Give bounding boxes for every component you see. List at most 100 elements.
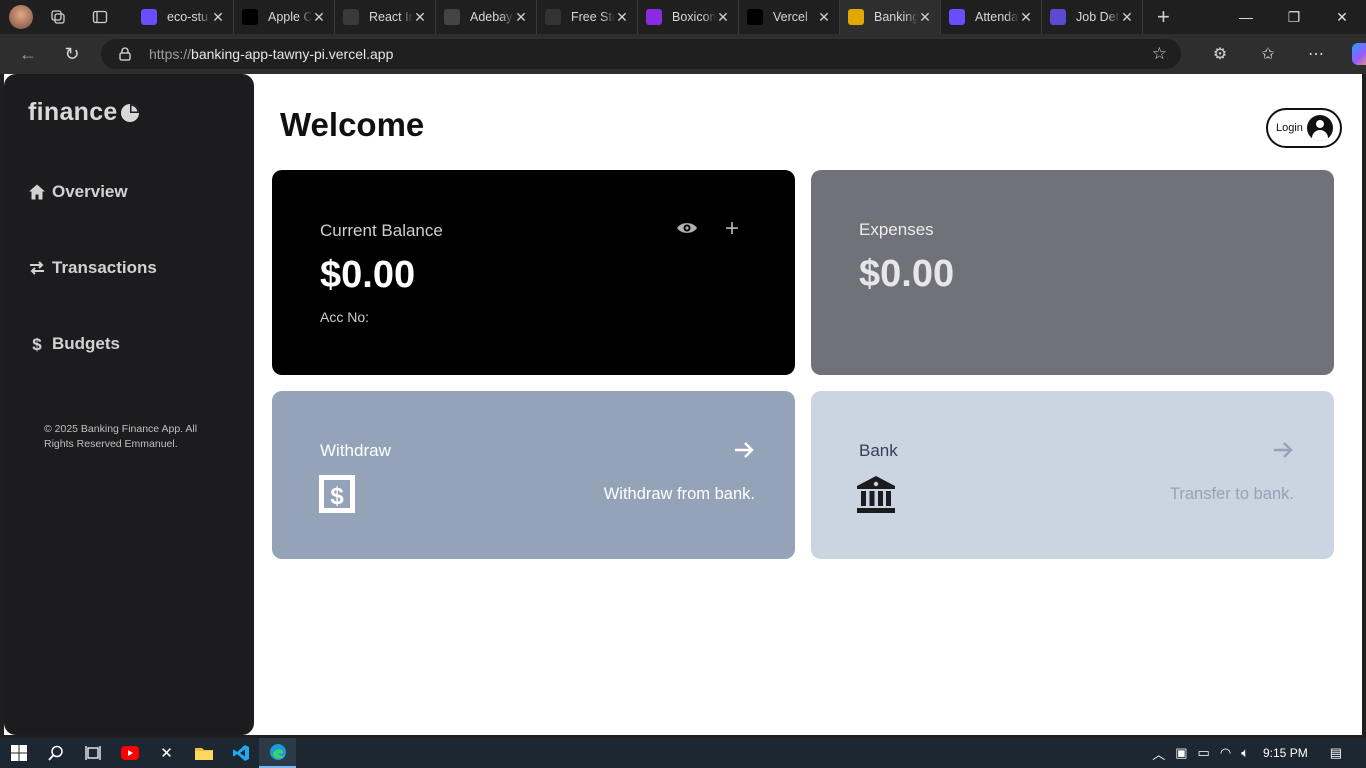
browser-tab[interactable]: Boxicon ✕ (638, 0, 739, 34)
login-button[interactable]: Login (1266, 108, 1342, 148)
browser-tab[interactable]: Apple C ✕ (234, 0, 335, 34)
expenses-amount: $0.00 (859, 253, 955, 295)
favorites-icon[interactable]: ✩ (1244, 44, 1292, 64)
browser-tab[interactable]: Adebay ✕ (436, 0, 537, 34)
file-explorer-icon[interactable] (185, 738, 222, 768)
eye-icon[interactable] (676, 220, 698, 236)
tab-title: Free Sto (571, 10, 615, 24)
battery-icon[interactable]: ▭ (1198, 745, 1210, 761)
vercel-icon (747, 9, 763, 25)
browser-tab[interactable]: React In ✕ (335, 0, 436, 34)
browser-tabbar: eco-stu ✕ Apple C ✕ React In ✕ Adebay ✕ Free Sto… (0, 0, 1366, 34)
reload-button[interactable]: ↻ (61, 44, 83, 65)
expenses-label: Expenses (859, 220, 934, 239)
youtube-icon[interactable] (111, 738, 148, 768)
browser-tab[interactable]: eco-stu ✕ (133, 0, 234, 34)
app-icon (1050, 9, 1066, 25)
tab-title: Apple C (268, 10, 312, 24)
tray-chevron-icon[interactable]: ︿ (1152, 744, 1165, 763)
react-icon (343, 9, 359, 25)
url-field[interactable]: https://banking-app-tawny-pi.vercel.app … (101, 39, 1181, 69)
add-icon[interactable]: + (725, 217, 739, 241)
logo-text: finance (28, 98, 118, 126)
pie-chart-icon (120, 103, 139, 122)
clock-time[interactable]: 9:15 PM (1263, 746, 1308, 760)
browser-tab[interactable]: Vercel ✕ (739, 0, 840, 34)
sidebar-item-label: Overview (52, 182, 128, 201)
close-tab-icon[interactable]: ✕ (716, 9, 730, 26)
sidebar: finance Overview Transactions $ Budgets … (4, 74, 254, 735)
volume-icon[interactable]: 🔈︎ (1241, 745, 1249, 761)
withdraw-subtext: Withdraw from bank. (603, 485, 755, 503)
minimize-button[interactable]: — (1222, 9, 1270, 26)
os-taskbar: ✕ ︿ ▣ ▭ ◠ 🔈︎ 9:15 PM ▤ (0, 738, 1366, 768)
browser-tab[interactable]: Free Sto ✕ (537, 0, 638, 34)
balance-card: Current Balance + $0.00 Acc No: (272, 170, 795, 375)
close-tab-icon[interactable]: ✕ (211, 9, 225, 26)
task-view-icon[interactable] (74, 738, 111, 768)
restore-button[interactable]: ❐ (1270, 9, 1318, 26)
swap-icon (30, 261, 44, 275)
close-window-button[interactable]: ✕ (1318, 9, 1366, 26)
close-tab-icon[interactable]: ✕ (1019, 9, 1033, 26)
window-controls: — ❐ ✕ (1222, 9, 1366, 26)
arrow-right-icon[interactable] (733, 439, 755, 461)
vscode-icon[interactable] (222, 738, 259, 768)
sidebar-item-label: Transactions (52, 258, 157, 277)
bank-card[interactable]: Bank Transfer to bank. (811, 391, 1334, 559)
profile-avatar[interactable] (9, 5, 33, 29)
x-app-icon[interactable]: ✕ (148, 738, 185, 768)
close-tab-icon[interactable]: ✕ (817, 9, 831, 26)
close-tab-icon[interactable]: ✕ (312, 9, 326, 26)
tab-title: Boxicon (672, 10, 716, 24)
close-tab-icon[interactable]: ✕ (918, 9, 932, 26)
cursor-icon (242, 9, 258, 25)
svg-text:$: $ (330, 483, 344, 510)
search-icon[interactable] (37, 738, 74, 768)
close-tab-icon[interactable]: ✕ (1120, 9, 1134, 26)
balance-label: Current Balance (320, 221, 443, 240)
notifications-icon[interactable]: ▤ (1330, 745, 1342, 761)
system-tray: ︿ ▣ ▭ ◠ 🔈︎ 9:15 PM ▤ (1152, 744, 1366, 763)
sidebar-item-label: Budgets (52, 334, 120, 353)
bank-building-icon (857, 476, 895, 513)
browser-tab[interactable]: Job Det ✕ (1042, 0, 1143, 34)
close-tab-icon[interactable]: ✕ (615, 9, 629, 26)
banking-icon (848, 9, 864, 25)
main-content: Welcome Login Current Balance + $0.00 Ac… (254, 74, 1362, 735)
tab-actions-icon[interactable] (91, 8, 109, 26)
edge-browser-icon[interactable] (259, 738, 296, 768)
meet-now-icon[interactable]: ▣ (1175, 745, 1187, 761)
login-label: Login (1276, 122, 1303, 134)
browser-tab[interactable]: Attenda ✕ (941, 0, 1042, 34)
extensions-icon[interactable]: ⚙ (1196, 44, 1244, 64)
workspaces-icon[interactable] (49, 8, 67, 26)
back-button[interactable]: ← (17, 44, 39, 65)
more-menu-icon[interactable]: ⋯ (1292, 44, 1340, 64)
browser-tab[interactable]: Banking ✕ (840, 0, 941, 34)
app-logo[interactable]: finance (28, 98, 140, 127)
close-tab-icon[interactable]: ✕ (514, 9, 528, 26)
windows-start-icon[interactable] (0, 738, 37, 768)
sidebar-item-transactions[interactable]: Transactions (28, 258, 157, 278)
tab-strip: eco-stu ✕ Apple C ✕ React In ✕ Adebay ✕ Free Sto… (133, 0, 1143, 34)
favorite-star-icon[interactable]: ☆ (1152, 44, 1167, 64)
copyright-text: © 2025 Banking Finance App. All Rights R… (44, 423, 198, 450)
home-icon (29, 184, 45, 200)
tab-title: Job Det (1076, 10, 1120, 24)
lock-icon[interactable] (119, 47, 133, 61)
copilot-icon[interactable] (1352, 43, 1366, 65)
svg-text:$: $ (32, 335, 42, 353)
sidebar-item-budgets[interactable]: $ Budgets (28, 334, 120, 354)
wifi-icon[interactable]: ◠ (1220, 745, 1231, 761)
github-icon (444, 9, 460, 25)
url-text: https://banking-app-tawny-pi.vercel.app (149, 46, 394, 62)
tab-title: Banking (874, 10, 918, 24)
arrow-right-icon[interactable] (1272, 439, 1294, 461)
tab-title: Vercel (773, 10, 808, 24)
sidebar-item-overview[interactable]: Overview (28, 182, 128, 202)
app-viewport: finance Overview Transactions $ Budgets … (4, 74, 1362, 735)
close-tab-icon[interactable]: ✕ (413, 9, 427, 26)
withdraw-card[interactable]: Withdraw $ Withdraw from bank. (272, 391, 795, 559)
new-tab-button[interactable]: + (1157, 4, 1177, 30)
